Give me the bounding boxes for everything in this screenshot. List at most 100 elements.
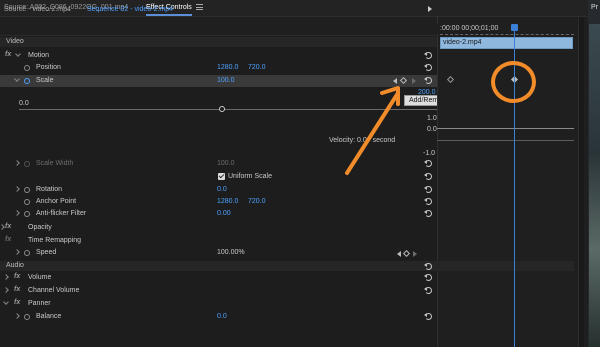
master-clip-label[interactable]: Source - video-2.mp4 <box>4 6 71 13</box>
audio-section-header: Audio <box>0 261 437 271</box>
timeline-clip-label: video-2.mp4 <box>443 39 482 46</box>
property-label: Speed <box>36 249 57 256</box>
scale-slider-track[interactable] <box>19 109 437 110</box>
reset-icon[interactable] <box>424 186 432 193</box>
panel-menu-icon[interactable] <box>196 4 203 10</box>
speed-value[interactable]: 100.00% <box>217 249 245 256</box>
uniform-scale-label: Uniform Scale <box>228 173 272 180</box>
reset-icon[interactable] <box>424 198 432 205</box>
scale-property-row: Scale 100.0 <box>0 76 437 88</box>
velocity-graph-baseline <box>437 140 574 141</box>
effect-name: Opacity <box>28 224 52 231</box>
scale-slider-handle[interactable] <box>219 106 225 112</box>
reset-icon[interactable] <box>424 274 432 281</box>
timeline-audio-divider <box>437 261 574 271</box>
fx-badge[interactable]: fx <box>14 273 20 280</box>
uniform-scale-checkbox[interactable] <box>218 173 225 180</box>
stopwatch-icon[interactable] <box>24 211 30 217</box>
reset-icon[interactable] <box>424 313 432 320</box>
reset-icon[interactable] <box>424 77 432 84</box>
stopwatch-icon[interactable] <box>24 187 30 193</box>
fx-badge[interactable]: fx <box>5 51 11 58</box>
fx-badge[interactable]: fx <box>14 286 20 293</box>
chevron-right-icon[interactable] <box>3 287 9 293</box>
property-label: Balance <box>36 313 62 320</box>
clip-selector-bar <box>0 17 437 36</box>
video-section-header: Video <box>0 37 437 47</box>
panner-effect-row[interactable]: fx Panner <box>0 299 437 311</box>
property-label: Anchor Point <box>36 198 77 205</box>
chevron-down-icon[interactable] <box>15 51 21 57</box>
fx-badge[interactable]: fx <box>14 299 20 306</box>
active-tab-indicator <box>146 14 192 16</box>
sequence-clip-label[interactable]: Sequence 02 - video-2.mp4 <box>87 6 173 13</box>
chevron-right-icon[interactable] <box>14 160 20 166</box>
rotation-value[interactable]: 0.0 <box>217 186 227 193</box>
reset-icon[interactable] <box>424 287 432 294</box>
balance-value[interactable]: 0.0 <box>217 313 227 320</box>
chevron-right-icon[interactable] <box>14 313 20 319</box>
anchor-point-property-row: Anchor Point 1280.0 720.0 <box>0 197 437 209</box>
program-monitor-preview <box>589 24 600 347</box>
effect-name: Time Remapping <box>28 237 82 244</box>
anti-flicker-value[interactable]: 0.00 <box>217 210 231 217</box>
position-x-value[interactable]: 1280.0 <box>217 64 238 71</box>
stopwatch-icon[interactable] <box>24 199 30 205</box>
fx-badge[interactable]: fx <box>5 223 11 230</box>
velocity-top-value: 1.0 <box>427 115 437 122</box>
next-keyframe-icon[interactable] <box>413 251 417 257</box>
stopwatch-icon[interactable] <box>24 250 30 256</box>
anchor-x-value[interactable]: 1280.0 <box>217 198 238 205</box>
show-timeline-icon[interactable] <box>428 6 432 12</box>
property-label: Scale <box>36 77 54 84</box>
chevron-down-icon[interactable] <box>3 299 9 305</box>
next-keyframe-icon[interactable] <box>412 78 416 84</box>
reset-icon[interactable] <box>424 210 432 217</box>
reset-icon[interactable] <box>424 64 432 71</box>
scale-width-property-row: Scale Width 100.0 <box>0 159 437 171</box>
channel-volume-effect-row[interactable]: fx Channel Volume <box>0 286 437 298</box>
ruler-ticks <box>440 33 574 35</box>
previous-keyframe-icon[interactable] <box>393 78 397 84</box>
chevron-right-icon[interactable] <box>3 274 9 280</box>
volume-effect-row[interactable]: fx Volume <box>0 273 437 285</box>
chevron-down-icon[interactable] <box>14 76 20 82</box>
position-y-value[interactable]: 720.0 <box>248 64 266 71</box>
effect-name: Volume <box>28 274 52 281</box>
opacity-effect-row[interactable]: fx Opacity <box>0 223 437 235</box>
ruler-timecode: :00:00 00;00;01;00 <box>440 25 499 32</box>
property-label: Rotation <box>36 186 63 193</box>
position-property-row: Position 1280.0 720.0 <box>0 63 437 75</box>
scale-value[interactable]: 100.0 <box>217 77 235 84</box>
time-remapping-effect-row[interactable]: fx Time Remapping <box>0 236 437 248</box>
add-remove-keyframe-icon[interactable] <box>402 249 411 258</box>
anchor-y-value[interactable]: 720.0 <box>248 198 266 205</box>
reset-icon[interactable] <box>424 173 432 180</box>
scale-width-value: 100.0 <box>217 160 235 167</box>
anti-flicker-property-row: Anti-flicker Filter 0.00 <box>0 209 437 221</box>
program-monitor-tab[interactable]: Pr <box>591 4 598 11</box>
playhead-handle[interactable] <box>511 24 518 31</box>
reset-icon[interactable] <box>424 263 432 270</box>
graph-min-value: 0.0 <box>19 100 29 107</box>
velocity-graph-line <box>437 128 574 129</box>
velocity-mid-value: 0.0 <box>427 126 437 133</box>
stopwatch-icon <box>24 161 30 167</box>
stopwatch-icon[interactable] <box>24 78 30 84</box>
fx-badge: fx <box>5 236 12 243</box>
motion-effect-row[interactable]: fx Motion <box>0 51 437 63</box>
stopwatch-icon[interactable] <box>24 314 30 320</box>
effect-name: Channel Volume <box>28 287 80 294</box>
chevron-right-icon[interactable] <box>14 249 20 255</box>
rotation-property-row: Rotation 0.0 <box>0 185 437 197</box>
velocity-bottom-value: -1.0 <box>423 150 436 157</box>
chevron-right-icon[interactable] <box>14 210 20 216</box>
balance-property-row: Balance 0.0 <box>0 312 437 324</box>
stopwatch-icon[interactable] <box>24 65 30 71</box>
speed-property-row: Speed 100.00% <box>0 248 437 260</box>
chevron-right-icon[interactable] <box>14 186 20 192</box>
reset-icon[interactable] <box>424 160 432 167</box>
reset-icon[interactable] <box>424 52 432 59</box>
previous-keyframe-icon[interactable] <box>397 251 401 257</box>
timeline-scrollbar[interactable] <box>578 17 584 347</box>
